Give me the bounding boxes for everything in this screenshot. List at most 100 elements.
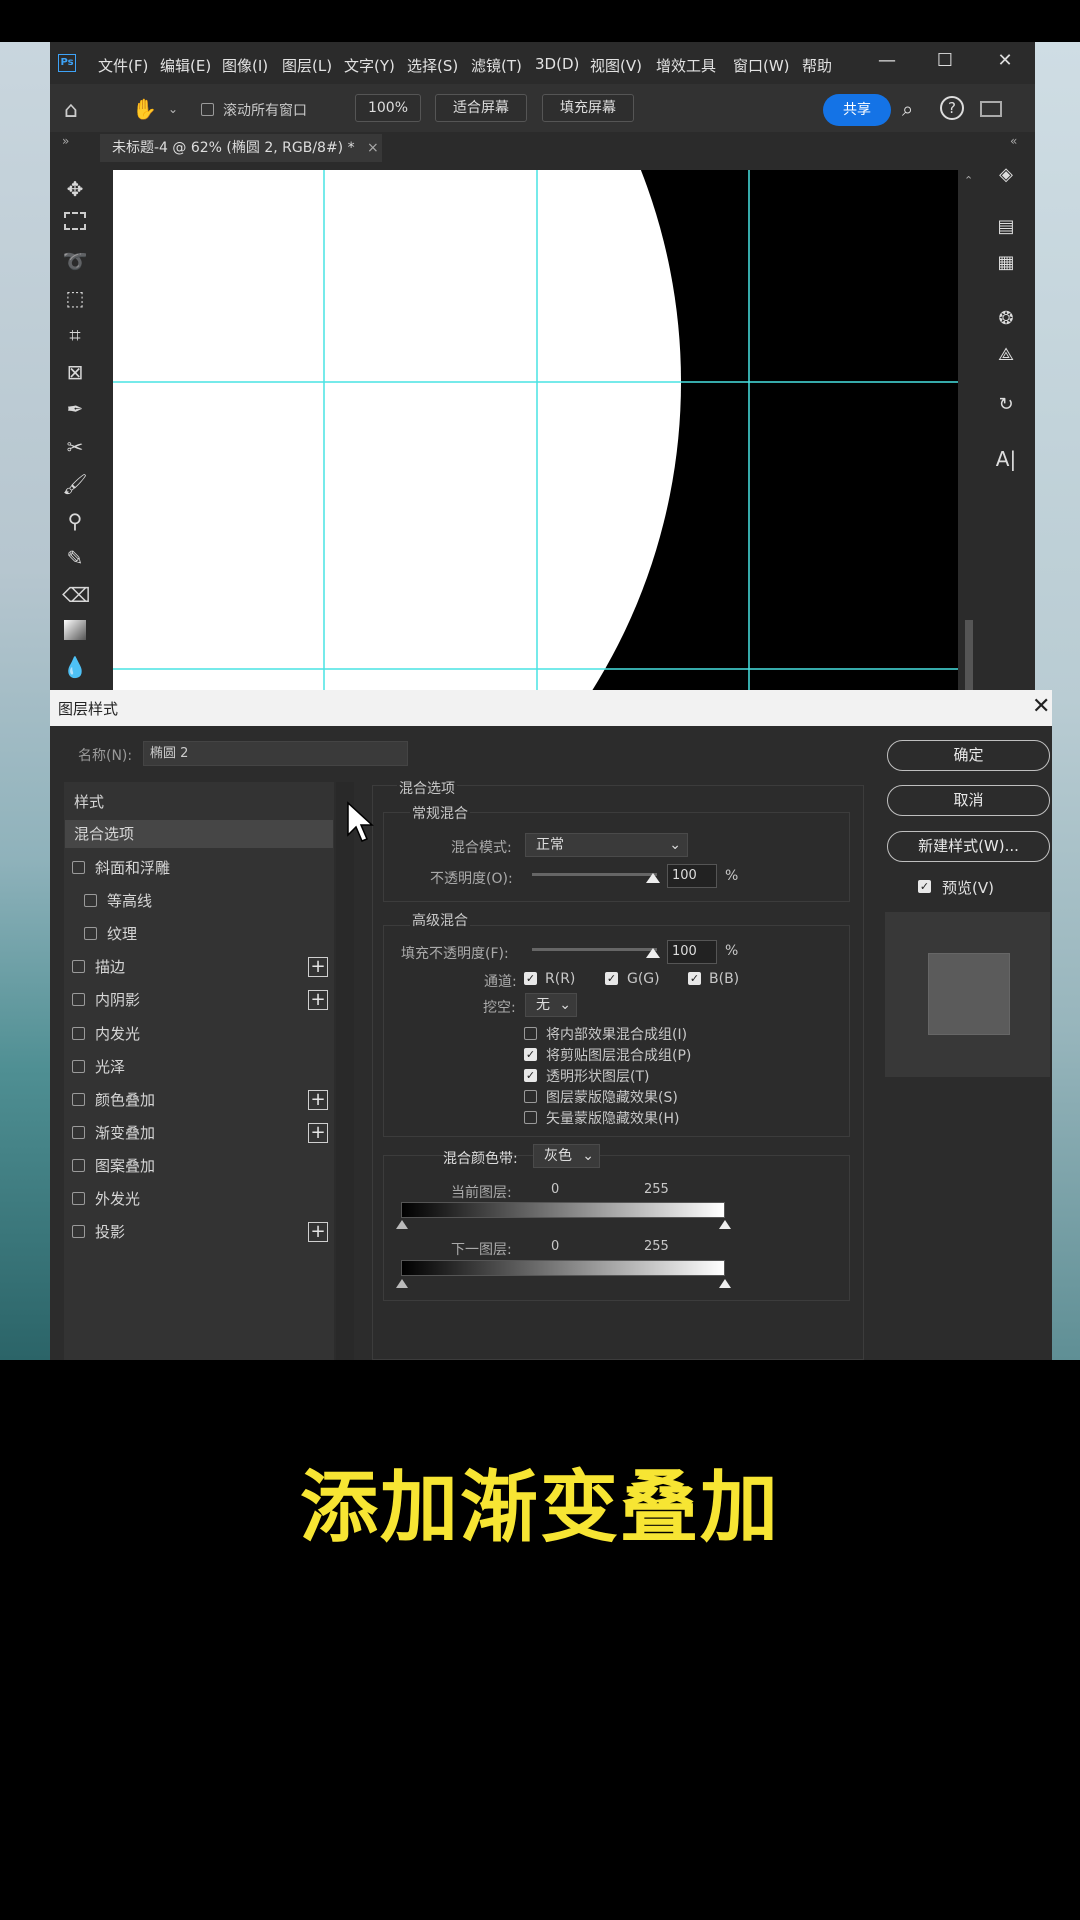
history-brush-icon[interactable]: ✎ <box>62 545 88 571</box>
this-layer-black-slider[interactable] <box>396 1220 408 1229</box>
channel-g-checkbox[interactable] <box>605 972 618 985</box>
channels-icon[interactable]: ❂ <box>993 306 1019 332</box>
history-icon[interactable]: ↻ <box>993 392 1019 418</box>
gradient-tool-icon[interactable] <box>64 620 86 640</box>
marquee-tool-icon[interactable] <box>64 212 86 230</box>
style-item-label[interactable]: 颜色叠加 <box>95 1089 155 1110</box>
brush-tool-icon[interactable]: 🖌 <box>62 471 88 497</box>
blur-tool-icon[interactable]: 💧 <box>62 654 88 680</box>
eyedropper-tool-icon[interactable]: ✒ <box>62 396 88 422</box>
collapse-right-icon[interactable]: « <box>1010 134 1017 148</box>
underlying-layer-white-slider[interactable] <box>719 1279 731 1288</box>
layers-icon[interactable]: ◈ <box>993 162 1019 188</box>
knockout-select[interactable]: 无 ⌄ <box>525 993 577 1017</box>
channel-r-checkbox[interactable] <box>524 972 537 985</box>
menu-window[interactable]: 窗口(W) <box>733 55 790 76</box>
fill-opacity-input[interactable]: 100 <box>667 940 717 964</box>
menu-filter[interactable]: 滤镜(T) <box>471 55 522 76</box>
menu-file[interactable]: 文件(F) <box>98 55 148 76</box>
style-list-scrollbar[interactable] <box>336 782 354 1360</box>
cancel-button[interactable]: 取消 <box>887 785 1050 816</box>
add-style-icon[interactable]: + <box>308 957 328 977</box>
collapse-left-icon[interactable]: » <box>62 134 69 148</box>
close-icon[interactable]: ✕ <box>990 50 1020 71</box>
scroll-thumb[interactable] <box>965 620 973 690</box>
workspace-icon[interactable] <box>980 101 1002 117</box>
style-item-label[interactable]: 描边 <box>95 956 125 977</box>
blend-if-select[interactable]: 灰色 ⌄ <box>533 1144 600 1168</box>
style-checkbox[interactable] <box>84 894 97 907</box>
object-select-tool-icon[interactable]: ⬚ <box>62 285 88 311</box>
opacity-slider[interactable] <box>532 873 657 876</box>
style-checkbox[interactable] <box>72 960 85 973</box>
fill-opacity-slider[interactable] <box>532 948 657 951</box>
search-icon[interactable]: ⌕ <box>902 97 913 121</box>
style-checkbox[interactable] <box>72 1192 85 1205</box>
healing-brush-icon[interactable]: ✂ <box>62 434 88 460</box>
style-checkbox[interactable] <box>72 861 85 874</box>
menu-image[interactable]: 图像(I) <box>222 55 268 76</box>
style-item-label[interactable]: 等高线 <box>107 890 152 911</box>
style-item-label[interactable]: 混合选项 <box>74 823 134 844</box>
eraser-tool-icon[interactable]: ⌫ <box>62 582 90 608</box>
styles-header[interactable]: 样式 <box>74 791 104 812</box>
add-style-icon[interactable]: + <box>308 1090 328 1110</box>
menu-help[interactable]: 帮助 <box>802 55 832 76</box>
style-item-label[interactable]: 投影 <box>95 1221 125 1242</box>
gradients-icon[interactable]: ▤ <box>993 214 1019 240</box>
clone-stamp-icon[interactable]: ⚲ <box>62 508 88 534</box>
advanced-option-checkbox[interactable] <box>524 1048 537 1061</box>
menu-layer[interactable]: 图层(L) <box>282 55 332 76</box>
style-item-label[interactable]: 内发光 <box>95 1023 140 1044</box>
advanced-option-checkbox[interactable] <box>524 1111 537 1124</box>
style-checkbox[interactable] <box>72 1060 85 1073</box>
home-icon[interactable]: ⌂ <box>64 98 78 123</box>
menu-select[interactable]: 选择(S) <box>407 55 458 76</box>
opacity-slider-thumb[interactable] <box>646 873 660 883</box>
preview-checkbox[interactable] <box>918 880 931 893</box>
layer-name-field[interactable]: 椭圆 2 <box>143 741 408 766</box>
add-style-icon[interactable]: + <box>308 1123 328 1143</box>
opacity-input[interactable]: 100 <box>667 864 717 888</box>
menu-type[interactable]: 文字(Y) <box>344 55 395 76</box>
lasso-tool-icon[interactable]: ➰ <box>62 248 88 274</box>
style-item-label[interactable]: 内阴影 <box>95 989 140 1010</box>
style-checkbox[interactable] <box>72 993 85 1006</box>
style-checkbox[interactable] <box>72 1159 85 1172</box>
menu-plugins[interactable]: 增效工具 <box>656 55 716 76</box>
style-checkbox[interactable] <box>72 1126 85 1139</box>
style-item-label[interactable]: 外发光 <box>95 1188 140 1209</box>
style-checkbox[interactable] <box>84 927 97 940</box>
style-item-label[interactable]: 渐变叠加 <box>95 1122 155 1143</box>
this-layer-white-slider[interactable] <box>719 1220 731 1229</box>
style-item-label[interactable]: 纹理 <box>107 923 137 944</box>
crop-tool-icon[interactable]: ⌗ <box>62 322 88 348</box>
style-item-label[interactable]: 图案叠加 <box>95 1155 155 1176</box>
patterns-icon[interactable]: ▦ <box>993 250 1019 276</box>
fit-screen-button[interactable]: 适合屏幕 <box>435 94 527 122</box>
chevron-down-icon[interactable]: ⌄ <box>168 102 178 116</box>
blend-mode-select[interactable]: 正常 ⌄ <box>525 833 688 857</box>
style-checkbox[interactable] <box>72 1225 85 1238</box>
advanced-option-checkbox[interactable] <box>524 1090 537 1103</box>
menu-edit[interactable]: 编辑(E) <box>160 55 211 76</box>
menu-3d[interactable]: 3D(D) <box>535 55 579 73</box>
paths-icon[interactable]: ⟁ <box>993 342 1019 368</box>
underlying-layer-black-slider[interactable] <box>396 1279 408 1288</box>
style-item-label[interactable]: 斜面和浮雕 <box>95 857 170 878</box>
canvas[interactable] <box>113 170 958 690</box>
new-style-button[interactable]: 新建样式(W)... <box>887 831 1050 862</box>
share-button[interactable]: 共享 <box>823 94 891 126</box>
ok-button[interactable]: 确定 <box>887 740 1050 771</box>
scroll-up-icon[interactable]: ⌃ <box>964 174 973 187</box>
move-tool-icon[interactable]: ✥ <box>62 176 88 202</box>
hand-tool-icon[interactable]: ✋ <box>132 97 157 121</box>
maximize-icon[interactable]: ☐ <box>930 50 960 71</box>
character-icon[interactable]: A| <box>993 446 1019 472</box>
style-checkbox[interactable] <box>72 1093 85 1106</box>
fill-opacity-slider-thumb[interactable] <box>646 948 660 958</box>
add-style-icon[interactable]: + <box>308 990 328 1010</box>
add-style-icon[interactable]: + <box>308 1222 328 1242</box>
channel-b-checkbox[interactable] <box>688 972 701 985</box>
style-item-label[interactable]: 光泽 <box>95 1056 125 1077</box>
